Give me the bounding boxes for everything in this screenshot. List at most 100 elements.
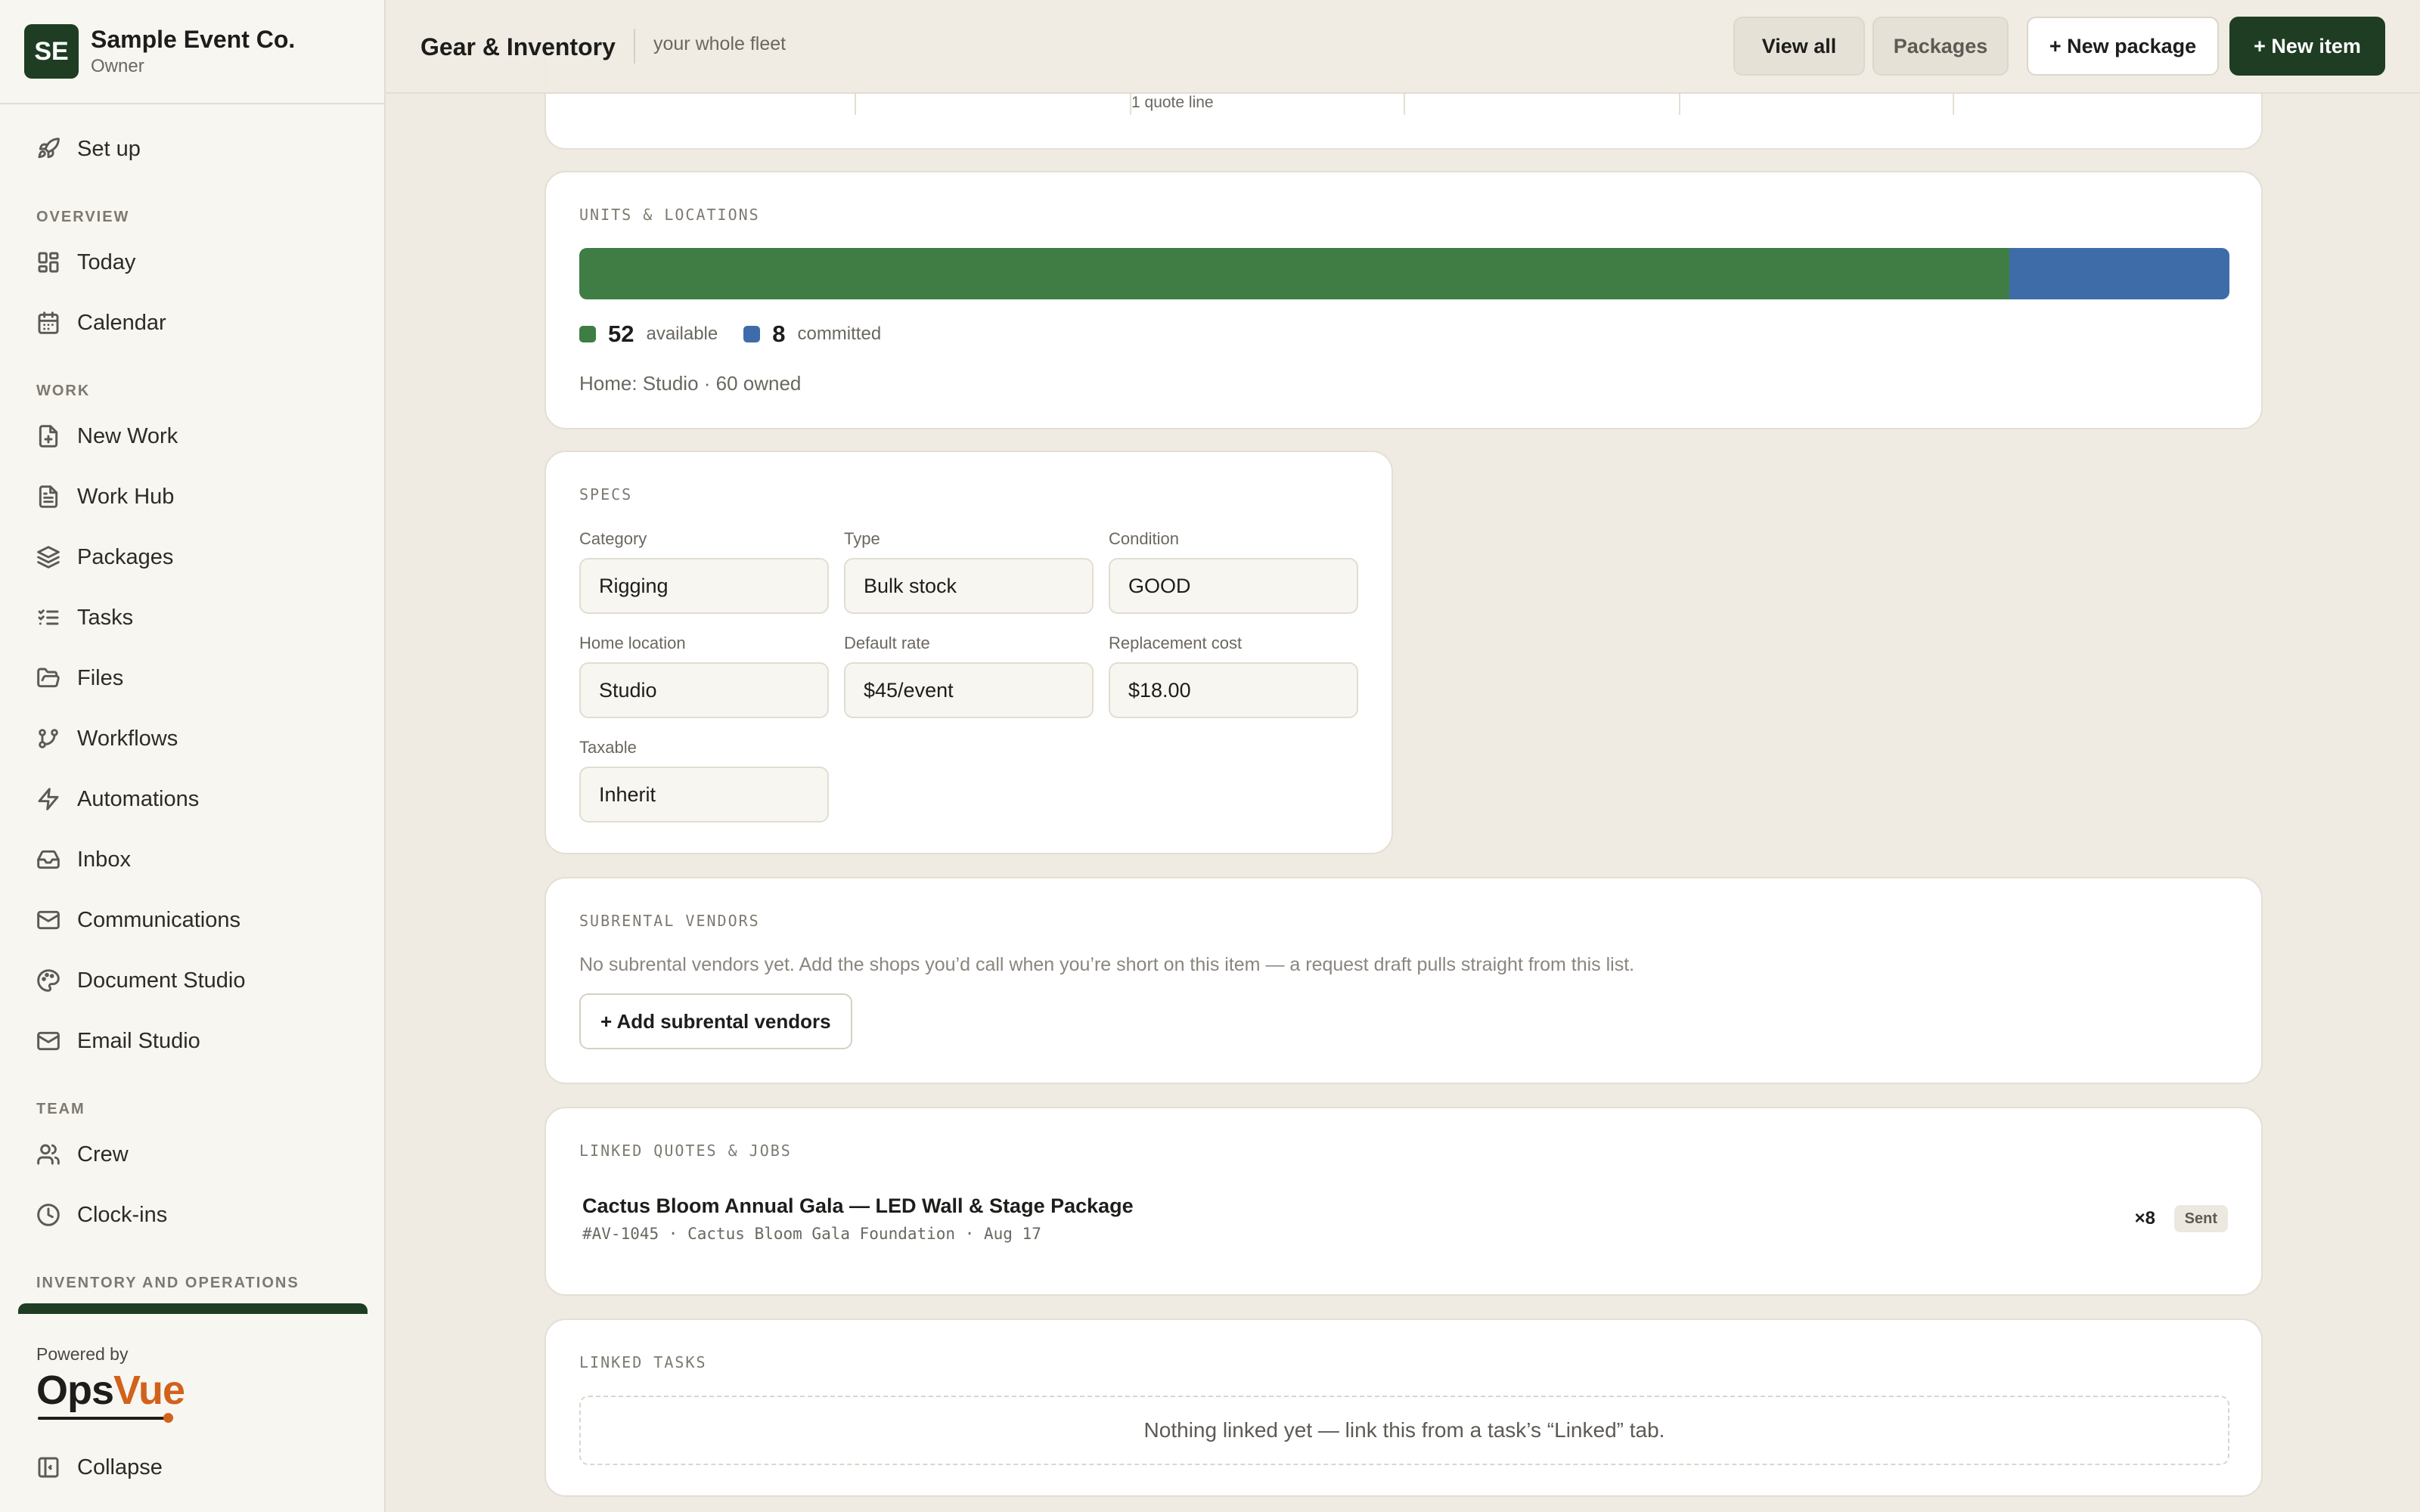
powered-by-label: Powered by	[36, 1344, 129, 1364]
checklist-icon	[38, 609, 59, 625]
org-switcher[interactable]: SE Sample Event Co. Owner	[0, 0, 384, 104]
sidebar-item-work-hub[interactable]: Work Hub	[18, 473, 368, 520]
collapse-sidebar-button[interactable]: Collapse	[18, 1444, 368, 1491]
sidebar-item-label: Crew	[77, 1142, 129, 1167]
lightning-icon	[38, 788, 59, 810]
sidebar-item-inbox[interactable]: Inbox	[18, 836, 368, 883]
stats-divider	[1953, 92, 1954, 115]
field-home-location: Home location Studio	[579, 634, 829, 718]
field-label: Replacement cost	[1109, 634, 1243, 652]
top-bar: Gear & Inventory your whole fleet View a…	[386, 0, 2420, 94]
linked-quote-title: Cactus Bloom Annual Gala — LED Wall & St…	[582, 1194, 1134, 1217]
sidebar-item-label: Set up	[77, 136, 141, 161]
field-type: Type Bulk stock	[844, 529, 1094, 614]
sidebar-item-communications[interactable]: Communications	[18, 897, 368, 943]
folder-open-icon	[37, 668, 60, 688]
units-locations-card: UNITS & LOCATIONS 52 available 8 committ…	[544, 171, 2263, 429]
sidebar-item-clock-ins[interactable]: Clock-ins	[18, 1191, 368, 1238]
linked-quotes-card: LINKED QUOTES & JOBS Cactus Bloom Annual…	[544, 1107, 2263, 1296]
field-taxable: Taxable Inherit	[579, 738, 829, 823]
replacement-cost-input[interactable]: $18.00	[1109, 662, 1358, 718]
new-package-button[interactable]: + New package	[2027, 17, 2219, 76]
card-label: LINKED TASKS	[579, 1353, 707, 1371]
sidebar-item-packages[interactable]: Packages	[18, 534, 368, 581]
committed-count: 8	[772, 321, 786, 347]
layers-icon	[37, 546, 60, 569]
subrental-vendors-card: SUBRENTAL VENDORS No subrental vendors y…	[544, 877, 2263, 1084]
add-subrental-vendors-button[interactable]: + Add subrental vendors	[579, 993, 852, 1049]
legend-swatch	[579, 326, 596, 342]
taxable-select[interactable]: Inherit	[579, 767, 829, 823]
sidebar-item-automations[interactable]: Automations	[18, 776, 368, 823]
stats-divider	[1404, 92, 1405, 115]
default-rate-input[interactable]: $45/event	[844, 662, 1094, 718]
home-location-select[interactable]: Studio	[579, 662, 829, 718]
calendar-icon	[38, 311, 59, 334]
type-select[interactable]: Bulk stock	[844, 558, 1094, 614]
new-item-button[interactable]: + New item	[2229, 17, 2385, 76]
document-icon	[39, 485, 58, 508]
sidebar-item-label: Work Hub	[77, 484, 175, 509]
sidebar-item-files[interactable]: Files	[18, 655, 368, 702]
org-name: Sample Event Co.	[91, 26, 296, 53]
sidebar-item-new-work[interactable]: New Work	[18, 413, 368, 460]
linked-tasks-empty: Nothing linked yet — link this from a ta…	[579, 1396, 2229, 1465]
sidebar-item-label: New Work	[77, 423, 178, 448]
home-location-summary: Home: Studio · 60 owned	[579, 372, 802, 395]
org-avatar: SE	[24, 24, 79, 79]
sidebar-item-label: Clock-ins	[77, 1202, 168, 1227]
legend-label: committed	[797, 324, 882, 344]
field-label: Default rate	[844, 634, 930, 652]
file-plus-icon	[39, 425, 58, 448]
palette-icon	[37, 969, 60, 992]
sidebar-item-label: Tasks	[77, 605, 134, 630]
sidebar-item-setup[interactable]: Set up	[18, 125, 368, 172]
nav-section-team: TEAM	[36, 1101, 85, 1117]
field-replacement-cost: Replacement cost $18.00	[1109, 634, 1358, 718]
sidebar-item-crew[interactable]: Crew	[18, 1131, 368, 1178]
collapse-label: Collapse	[77, 1455, 163, 1479]
mail-icon	[37, 1031, 60, 1051]
sidebar-footer: Powered by OpsVue Collapse	[0, 1323, 384, 1512]
quote-line-count: 1 quote line	[1131, 94, 1214, 111]
git-branch-icon	[39, 729, 58, 748]
inbox-icon	[37, 850, 60, 869]
legend-committed: 8 committed	[743, 321, 881, 348]
packages-button[interactable]: Packages	[1872, 17, 2009, 76]
sidebar-item-calendar[interactable]: Calendar	[18, 299, 368, 346]
sidebar-item-workflows[interactable]: Workflows	[18, 715, 368, 762]
linked-quote-row[interactable]: Cactus Bloom Annual Gala — LED Wall & St…	[579, 1194, 2228, 1247]
sidebar-item-email-studio[interactable]: Email Studio	[18, 1018, 368, 1064]
legend-available: 52 available	[579, 321, 718, 348]
sidebar-item-label: Packages	[77, 544, 174, 569]
card-label: LINKED QUOTES & JOBS	[579, 1142, 792, 1160]
nav-section-inventory: INVENTORY AND OPERATIONS	[36, 1275, 299, 1291]
available-count: 52	[608, 321, 634, 347]
sidebar-item-today[interactable]: Today	[18, 239, 368, 286]
sidebar: SE Sample Event Co. Owner Set up OVERVIE…	[0, 0, 386, 1512]
legend-label: available	[646, 324, 718, 344]
rocket-icon	[38, 138, 60, 159]
brand-underline	[38, 1417, 169, 1420]
field-condition: Condition GOOD	[1109, 529, 1358, 614]
sidebar-item-tasks[interactable]: Tasks	[18, 594, 368, 641]
panel-left-icon	[38, 1457, 59, 1478]
sidebar-item-gear-inventory[interactable]	[18, 1303, 368, 1314]
category-select[interactable]: Rigging	[579, 558, 829, 614]
field-category: Category Rigging	[579, 529, 829, 614]
sidebar-item-label: Calendar	[77, 310, 166, 335]
condition-select[interactable]: GOOD	[1109, 558, 1358, 614]
stats-divider	[1679, 92, 1680, 115]
stats-divider	[855, 92, 856, 115]
availability-bar	[579, 248, 2229, 299]
view-all-button[interactable]: View all	[1733, 17, 1865, 76]
bar-segment-committed	[2009, 248, 2229, 299]
field-default-rate: Default rate $45/event	[844, 634, 1094, 718]
sidebar-item-label: Document Studio	[77, 968, 246, 993]
field-label: Type	[844, 529, 880, 548]
legend-swatch	[743, 326, 761, 342]
sidebar-item-document-studio[interactable]: Document Studio	[18, 957, 368, 1004]
field-label: Home location	[579, 634, 686, 652]
card-label: UNITS & LOCATIONS	[579, 206, 760, 224]
status-badge: Sent	[2173, 1205, 2228, 1232]
